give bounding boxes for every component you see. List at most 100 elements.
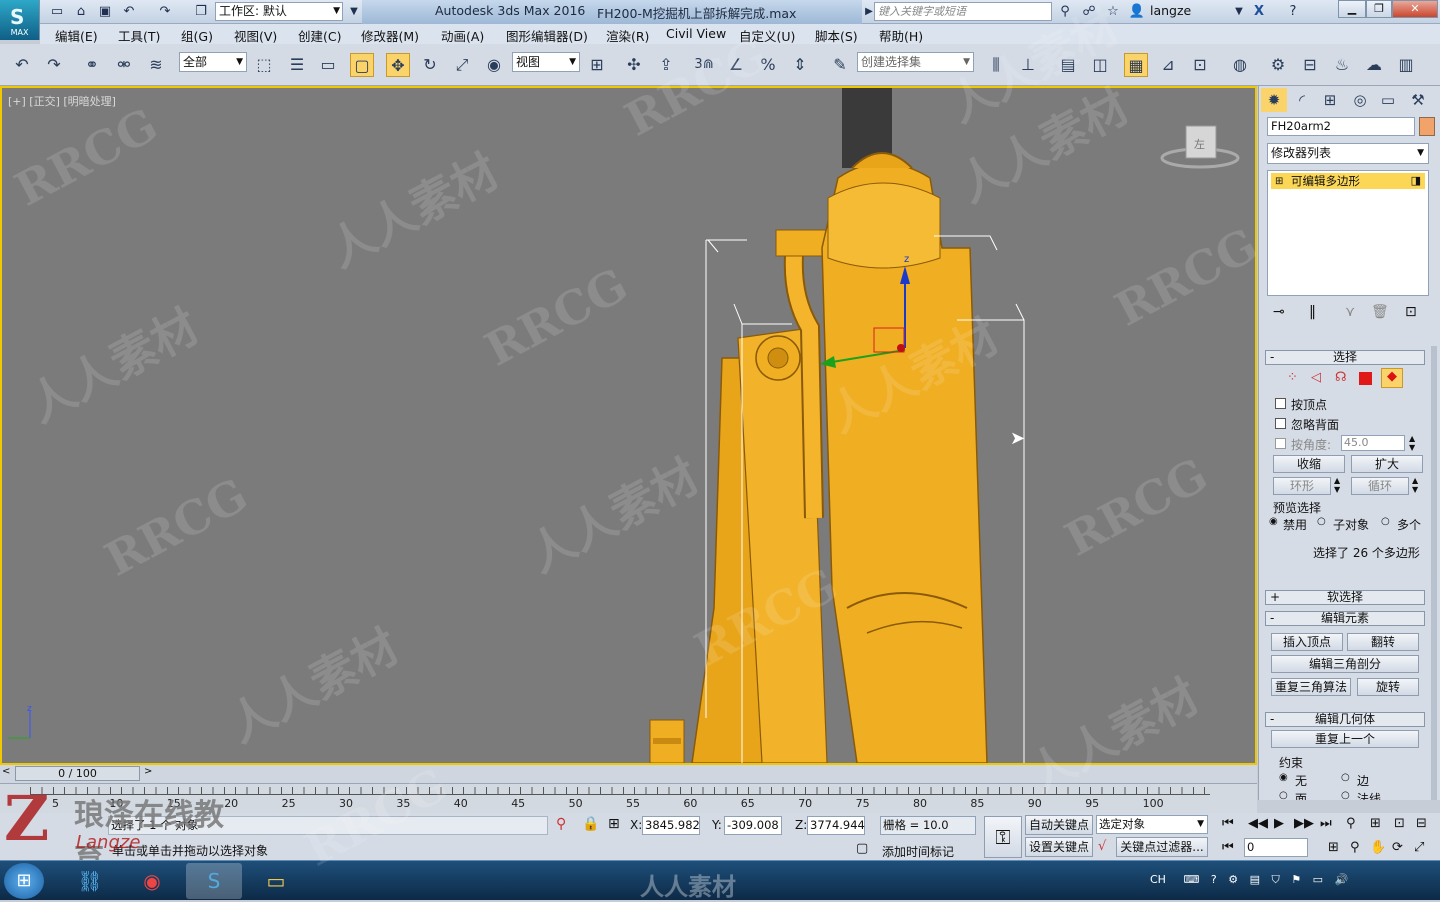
configure-sets-icon[interactable]: ⊡	[1405, 304, 1417, 320]
window-crossing-icon[interactable]: ▢	[350, 53, 374, 77]
key-mode-toggle-icon[interactable]: ⏮	[1222, 840, 1234, 855]
next-frame-icon[interactable]: ▶▶	[1294, 816, 1314, 831]
auto-key-button[interactable]: 自动关键点	[1025, 815, 1093, 835]
link-icon[interactable]: ⚭	[80, 53, 104, 77]
preview-disabled-radio[interactable]: ◉	[1269, 516, 1278, 527]
angle-spinner-arrows-icon[interactable]: ▲ ▼	[1409, 434, 1415, 452]
zoom-all-icon[interactable]: ⊞	[1370, 816, 1381, 831]
tray-language[interactable]: CH	[1150, 873, 1166, 886]
angle-snap-icon[interactable]: ∠	[724, 53, 748, 77]
move-icon[interactable]: ✥	[386, 53, 410, 77]
constraint-normal-radio[interactable]: ○	[1341, 790, 1350, 800]
border-mode-icon[interactable]: ☊	[1335, 370, 1347, 385]
subscription-icon[interactable]: ☍	[1080, 3, 1098, 21]
menu-civil-view[interactable]: Civil View	[666, 26, 726, 41]
material-editor-icon[interactable]: ◍	[1228, 53, 1252, 77]
rotate-icon[interactable]: ↻	[418, 53, 442, 77]
select-by-name-icon[interactable]: ☰	[285, 53, 309, 77]
rendered-frame-icon[interactable]: ⊟	[1298, 53, 1322, 77]
show-end-result-icon[interactable]: ‖	[1309, 304, 1316, 320]
utilities-tab-icon[interactable]: ⚒	[1405, 88, 1431, 112]
menu-group[interactable]: 组(G)	[181, 26, 213, 45]
by-angle-checkbox[interactable]	[1275, 438, 1286, 449]
workspace-selector[interactable]: 工作区: 默认 ▼	[215, 2, 343, 21]
expand-plus-icon[interactable]: ⊞	[1275, 174, 1283, 190]
tray-help-icon[interactable]: ?	[1211, 873, 1217, 886]
angle-spinner[interactable]: 45.0	[1341, 435, 1405, 451]
set-key-icon[interactable]: ⚿	[984, 816, 1022, 858]
ring-button[interactable]: 环形	[1273, 477, 1331, 495]
viewport-left[interactable]: [+] [正交] [明暗处理] z 左 z ➤	[0, 86, 1257, 765]
layer-explorer-icon[interactable]: ▤	[1056, 53, 1080, 77]
unlink-icon[interactable]: ⚮	[112, 53, 136, 77]
play-icon[interactable]: ▶	[1274, 816, 1284, 831]
tray-shield-icon[interactable]: ⛉	[1271, 873, 1279, 886]
object-name-field[interactable]: FH20arm2	[1267, 117, 1415, 136]
placement-icon[interactable]: ◉	[482, 53, 506, 77]
field-of-view-icon[interactable]: ⊞	[1328, 840, 1339, 855]
tray-network-icon[interactable]: ▤	[1250, 873, 1260, 886]
tray-monitor-icon[interactable]: ▭	[1313, 873, 1323, 886]
percent-snap-icon[interactable]: %	[756, 53, 780, 77]
z-coordinate-field[interactable]: 3774.944	[807, 816, 865, 835]
viewcube-face[interactable]: 左	[1194, 136, 1205, 152]
current-frame-field[interactable]: 0	[1244, 838, 1308, 857]
time-slider[interactable]: < 0 / 100 >	[0, 765, 1257, 783]
make-unique-icon[interactable]: ⋎	[1345, 304, 1355, 320]
ignore-backfacing-checkbox[interactable]	[1275, 418, 1286, 429]
new-file-icon[interactable]: ▭	[48, 3, 66, 21]
user-icon[interactable]: 👤	[1128, 3, 1146, 21]
render-teapot-icon[interactable]: ♨	[1330, 53, 1354, 77]
favorites-star-icon[interactable]: ☆	[1104, 3, 1122, 21]
undo-icon[interactable]: ↶	[10, 53, 34, 77]
x-coordinate-field[interactable]: 3845.982	[642, 816, 700, 835]
spinner-snap-icon[interactable]: ⇕	[788, 53, 812, 77]
time-slider-thumb[interactable]: 0 / 100	[15, 766, 140, 781]
schematic-view-icon[interactable]: ⊡	[1188, 53, 1212, 77]
rollout-edit-geometry[interactable]: - 编辑几何体	[1265, 712, 1425, 727]
rollout-soft-selection[interactable]: + 软选择	[1265, 590, 1425, 605]
modifier-list-dropdown[interactable]: 修改器列表 ▼	[1267, 143, 1429, 164]
menu-help[interactable]: 帮助(H)	[879, 26, 923, 45]
object-color-swatch[interactable]	[1419, 117, 1435, 136]
save-icon[interactable]: ▣	[96, 3, 114, 21]
render-cloud-icon[interactable]: ☁	[1362, 53, 1386, 77]
taskbar-app-icon[interactable]: ⛓	[62, 863, 118, 899]
hierarchy-tab-icon[interactable]: ⊞	[1317, 88, 1343, 112]
menu-modifiers[interactable]: 修改器(M)	[361, 26, 419, 45]
key-filter-icon[interactable]: √	[1098, 839, 1106, 854]
display-tab-icon[interactable]: ▭	[1375, 88, 1401, 112]
time-tag-icon[interactable]: ▢	[856, 841, 868, 856]
align-icon[interactable]: ⊥	[1016, 53, 1040, 77]
constraint-none-radio[interactable]: ◉	[1279, 772, 1288, 783]
rect-selection-icon[interactable]: ▭	[316, 53, 340, 77]
search-input[interactable]: 键入关键字或短语	[874, 2, 1052, 21]
turn-button[interactable]: 旋转	[1357, 678, 1419, 696]
stack-item-editable-poly[interactable]: ⊞ 可编辑多边形 ◨	[1271, 173, 1425, 189]
tray-settings-icon[interactable]: ⚙	[1228, 873, 1238, 886]
edge-mode-icon[interactable]: ◁	[1311, 370, 1321, 385]
goto-start-icon[interactable]: ⏮	[1222, 816, 1234, 831]
motion-tab-icon[interactable]: ◎	[1347, 88, 1373, 112]
restore-button[interactable]: ❐	[1366, 0, 1392, 18]
menu-create[interactable]: 创建(C)	[298, 26, 341, 45]
flip-button[interactable]: 翻转	[1347, 633, 1419, 651]
selection-filter-dropdown[interactable]: 全部 ▼	[179, 52, 247, 72]
menu-tools[interactable]: 工具(T)	[118, 26, 160, 45]
scale-icon[interactable]: ⤢	[450, 53, 474, 77]
render-setup-icon[interactable]: ⚙	[1266, 53, 1290, 77]
rollout-selection[interactable]: - 选择	[1265, 350, 1425, 365]
close-button[interactable]: ✕	[1392, 0, 1438, 18]
redo-icon[interactable]: ↷	[156, 3, 174, 21]
chrome-icon[interactable]: ◉	[124, 863, 180, 899]
prev-frame-arrow-icon[interactable]: <	[2, 766, 10, 777]
minimize-button[interactable]: ▁	[1338, 0, 1366, 18]
y-coordinate-field[interactable]: -309.008	[724, 816, 782, 835]
transform-mode-icon[interactable]: ⊞	[608, 816, 620, 832]
grow-button[interactable]: 扩大	[1351, 455, 1423, 473]
pin-stack-icon[interactable]: ⊸	[1273, 304, 1285, 320]
remove-modifier-icon[interactable]: 🗑	[1371, 304, 1389, 320]
menu-animation[interactable]: 动画(A)	[441, 26, 484, 45]
polygon-mode-icon[interactable]	[1359, 372, 1372, 385]
app-menu-button[interactable]: S MAX	[0, 0, 40, 40]
